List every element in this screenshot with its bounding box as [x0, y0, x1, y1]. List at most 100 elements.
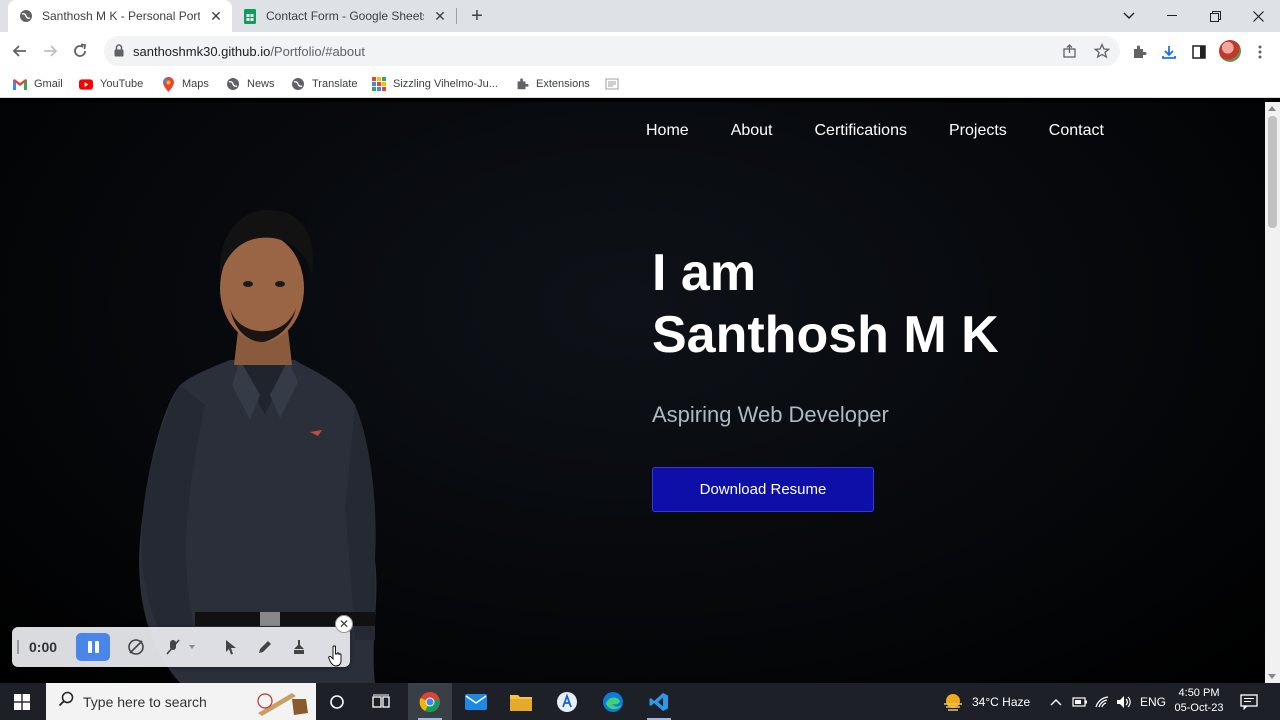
restore-icon[interactable]: [1195, 0, 1235, 32]
menu-kebab-icon[interactable]: [1251, 43, 1269, 61]
haze-weather-icon: [944, 693, 962, 711]
nav-certifications[interactable]: Certifications: [815, 122, 907, 140]
nav-contact[interactable]: Contact: [1049, 122, 1104, 140]
drag-handle[interactable]: [17, 640, 19, 654]
address-bar[interactable]: santhoshmk30.github.io/Portfolio/#about: [104, 36, 1120, 66]
grid-app-icon: [372, 77, 386, 91]
tab-portfolio[interactable]: Santhosh M K - Personal Portfolio ✕: [8, 0, 232, 32]
globe-icon: [18, 8, 34, 24]
bookmark-label: Maps: [182, 78, 209, 90]
cortana-icon[interactable]: [315, 683, 359, 720]
globe-icon: [291, 77, 305, 91]
search-icon: [58, 691, 74, 712]
tab-strip: Santhosh M K - Personal Portfolio ✕ Cont…: [0, 0, 1280, 32]
page-viewport: Home About Certifications Projects Conta…: [0, 102, 1265, 683]
scroll-down-icon[interactable]: [1268, 674, 1276, 679]
clock-date: 05-Oct-23: [1174, 702, 1224, 714]
bookmark-label: Extensions: [536, 78, 590, 90]
show-hidden-icons-icon[interactable]: [1050, 683, 1062, 720]
bookmark-extensions[interactable]: Extensions: [515, 76, 590, 92]
clock-time: 4:50 PM: [1178, 687, 1220, 699]
language-indicator[interactable]: ENG: [1140, 683, 1166, 720]
search-placeholder: Type here to search: [83, 693, 207, 710]
minimize-icon[interactable]: [1152, 0, 1192, 32]
nav-about[interactable]: About: [731, 122, 773, 140]
file-explorer-icon[interactable]: [499, 683, 543, 720]
close-window-icon[interactable]: [1238, 0, 1278, 32]
windows-start-icon[interactable]: [0, 683, 44, 720]
url-text[interactable]: santhoshmk30.github.io/Portfolio/#about: [133, 44, 365, 59]
mic-dropdown-icon[interactable]: [188, 638, 196, 656]
notifications-icon[interactable]: [1240, 683, 1258, 720]
sheets-icon: [242, 8, 258, 24]
tab-title: Contact Form - Google Sheets: [266, 9, 424, 23]
bookmark-label: Sizzling Vihelmo-Ju...: [393, 78, 498, 90]
pen-tool-icon[interactable]: [256, 638, 274, 656]
app-store-icon[interactable]: [545, 683, 589, 720]
hero-title: I am Santhosh M K: [652, 242, 999, 366]
page-scrollbar[interactable]: [1265, 102, 1280, 683]
share-icon[interactable]: [1062, 43, 1078, 59]
globe-icon: [226, 77, 240, 91]
download-resume-button[interactable]: Download Resume: [652, 467, 874, 512]
close-tab-icon[interactable]: ✕: [208, 8, 224, 24]
pointer-tool-icon[interactable]: [222, 638, 240, 656]
weather-text: 34°C Haze: [972, 694, 1031, 709]
close-tab-icon[interactable]: ✕: [432, 8, 448, 24]
bookmark-label: News: [247, 78, 275, 90]
weather-widget[interactable]: 34°C Haze: [942, 683, 1030, 720]
download-icon[interactable]: [1160, 43, 1178, 61]
hero-subtitle: Aspiring Web Developer: [652, 402, 889, 427]
bookmark-label: Translate: [312, 78, 358, 90]
system-clock[interactable]: 4:50 PM 05-Oct-23: [1170, 686, 1228, 716]
volume-icon[interactable]: [1116, 683, 1132, 720]
forward-icon[interactable]: [38, 39, 62, 63]
scroll-up-icon[interactable]: [1268, 106, 1276, 111]
bookmark-sizzling[interactable]: Sizzling Vihelmo-Ju...: [372, 76, 498, 92]
eraser-tool-icon[interactable]: [290, 638, 308, 656]
profile-photo: [139, 209, 377, 683]
pause-recording-button[interactable]: [76, 633, 110, 661]
close-recorder-icon[interactable]: ✕: [335, 615, 353, 633]
youtube-icon: [79, 77, 93, 91]
tab-google-sheets[interactable]: Contact Form - Google Sheets ✕: [234, 0, 456, 32]
nav-home[interactable]: Home: [646, 122, 689, 140]
back-icon[interactable]: [8, 39, 32, 63]
mail-taskbar-icon[interactable]: [454, 683, 498, 720]
camera-off-icon[interactable]: [127, 638, 145, 656]
puzzle-icon: [515, 77, 529, 91]
vscode-icon[interactable]: [637, 683, 681, 720]
scrollbar-thumb[interactable]: [1268, 116, 1277, 228]
bookmark-news[interactable]: News: [226, 76, 275, 92]
bookmark-gmail[interactable]: Gmail: [13, 76, 63, 92]
side-panel-icon[interactable]: [1190, 43, 1208, 61]
bookmark-label: Gmail: [34, 78, 63, 90]
new-tab-icon[interactable]: +: [466, 5, 488, 27]
tab-search-icon[interactable]: [1109, 0, 1149, 32]
bookmark-translate[interactable]: Translate: [291, 76, 357, 92]
reading-list-icon[interactable]: [605, 76, 619, 92]
profile-avatar[interactable]: [1219, 40, 1241, 62]
hero-name: Santhosh M K: [652, 306, 999, 364]
extensions-icon[interactable]: [1130, 43, 1148, 61]
browser-toolbar: santhoshmk30.github.io/Portfolio/#about: [0, 32, 1280, 70]
tab-separator: [456, 8, 457, 24]
recording-timer: 0:00: [29, 639, 58, 655]
lock-icon[interactable]: [114, 44, 124, 62]
site-nav: Home About Certifications Projects Conta…: [646, 122, 1104, 140]
bookmark-maps[interactable]: Maps: [161, 76, 209, 92]
task-view-icon[interactable]: [359, 683, 403, 720]
battery-icon[interactable]: [1072, 683, 1088, 720]
recorder-toolbar: 0:00: [12, 627, 350, 667]
edge-icon[interactable]: [591, 683, 635, 720]
hand-cursor-icon: [328, 645, 344, 672]
bookmark-star-icon[interactable]: [1093, 42, 1111, 59]
nav-projects[interactable]: Projects: [949, 122, 1007, 140]
chrome-taskbar-icon[interactable]: [408, 683, 452, 720]
reload-icon[interactable]: [68, 39, 92, 63]
bookmarks-bar: Gmail YouTube Maps News Translate Sizzli…: [0, 70, 1280, 98]
bookmark-youtube[interactable]: YouTube: [79, 76, 143, 92]
taskbar-search[interactable]: Type here to search: [46, 683, 316, 720]
mic-off-icon[interactable]: [164, 638, 182, 656]
wifi-icon[interactable]: [1095, 683, 1111, 720]
